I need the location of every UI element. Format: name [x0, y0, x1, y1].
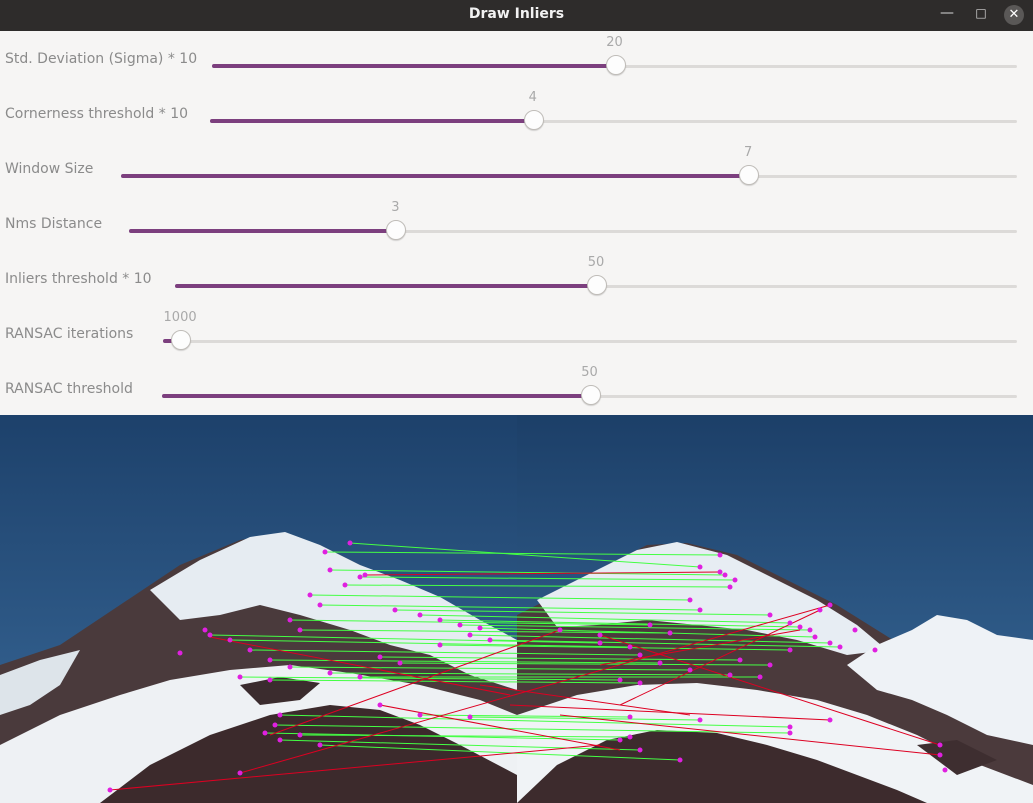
trackbar-panel: Std. Deviation (Sigma) * 10 20 Cornernes…: [0, 31, 1033, 415]
slider-row-ransac-threshold: RANSAC threshold 50: [0, 361, 1033, 416]
slider-fill: [129, 229, 396, 233]
slider-label-nms-distance: Nms Distance: [5, 216, 103, 232]
slider-value: 4: [528, 90, 537, 105]
slider-thumb[interactable]: [605, 55, 626, 75]
slider-fill: [162, 394, 590, 398]
slider-thumb[interactable]: [587, 275, 607, 295]
slider-label-cornerness: Cornerness threshold * 10: [5, 106, 189, 122]
slider-track-nms-distance[interactable]: 3: [129, 200, 1017, 240]
slider-value: 7: [744, 145, 753, 160]
slider-value: 1000: [163, 310, 197, 325]
window-title: Draw Inliers: [468, 6, 565, 22]
slider-thumb[interactable]: [523, 110, 544, 130]
slider-track-cornerness[interactable]: 4: [210, 90, 1017, 130]
slider-thumb[interactable]: [171, 330, 192, 350]
slider-row-nms-distance: Nms Distance 3: [0, 196, 1033, 251]
slider-row-ransac-iterations: RANSAC iterations 1000: [0, 306, 1033, 361]
slider-row-sigma: Std. Deviation (Sigma) * 10 20: [0, 31, 1033, 86]
slider-thumb[interactable]: [386, 220, 407, 240]
slider-track-sigma[interactable]: 20: [212, 35, 1017, 75]
slider-value: 20: [606, 35, 623, 50]
slider-fill: [212, 64, 615, 68]
slider-value: 50: [587, 255, 605, 270]
slider-thumb[interactable]: [580, 385, 601, 405]
slider-track-ransac-threshold[interactable]: 50: [162, 365, 1017, 405]
slider-thumb[interactable]: [739, 165, 760, 185]
slider-value: 50: [581, 365, 598, 380]
close-icon[interactable]: ✕: [1004, 5, 1024, 25]
slider-fill: [121, 174, 749, 178]
inlier-matches-image: [0, 415, 1033, 803]
minimize-icon[interactable]: —: [932, 0, 962, 31]
slider-label-sigma: Std. Deviation (Sigma) * 10: [5, 51, 198, 67]
title-bar: Draw Inliers — □ ✕: [0, 0, 1033, 31]
slider-fill: [175, 284, 596, 288]
slider-label-window-size: Window Size: [5, 161, 94, 177]
slider-track-window-size[interactable]: 7: [121, 145, 1017, 185]
match-lines-overlay: [107, 540, 948, 793]
slider-row-cornerness: Cornerness threshold * 10 4: [0, 86, 1033, 141]
slider-track-ransac-iterations[interactable]: 1000: [163, 310, 1017, 350]
slider-fill: [210, 119, 533, 123]
slider-value: 3: [391, 200, 400, 215]
slider-row-inliers-threshold: Inliers threshold * 10 50: [0, 251, 1033, 306]
slider-label-inliers-threshold: Inliers threshold * 10: [5, 271, 152, 287]
slider-row-window-size: Window Size 7: [0, 141, 1033, 196]
slider-label-ransac-iterations: RANSAC iterations: [5, 326, 134, 342]
slider-track-inliers-threshold[interactable]: 50: [175, 255, 1017, 295]
maximize-icon[interactable]: □: [966, 0, 996, 31]
slider-label-ransac-threshold: RANSAC threshold: [5, 381, 133, 397]
